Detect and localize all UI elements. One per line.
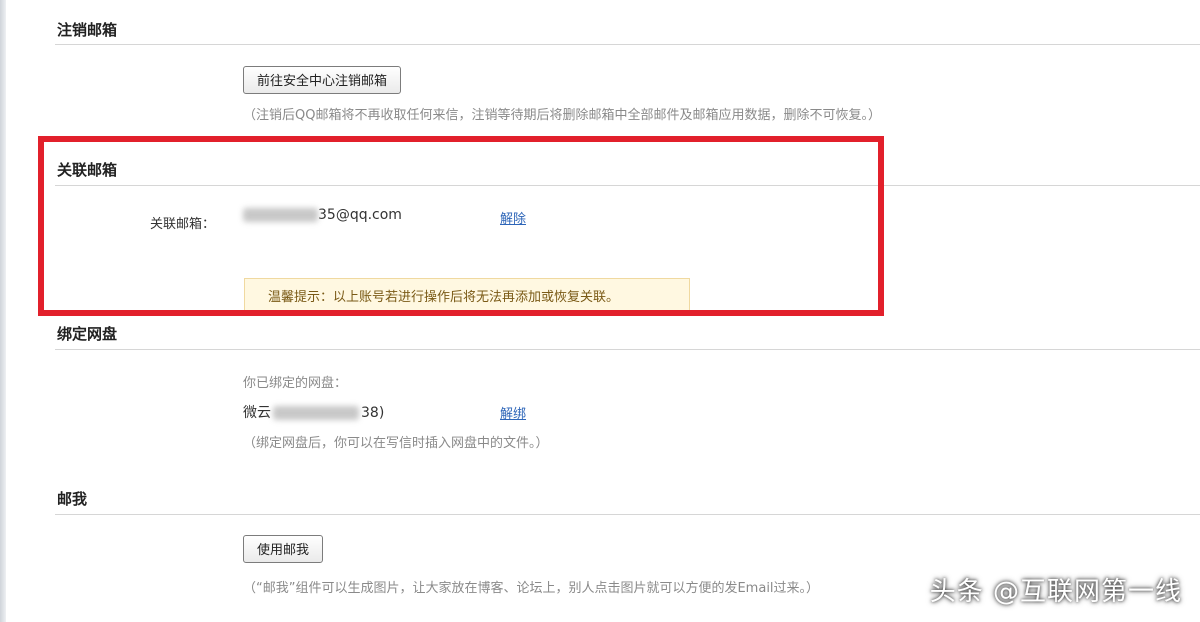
divider xyxy=(55,44,1200,45)
section-title-linked-mailbox: 关联邮箱 xyxy=(57,161,118,179)
bound-netdisk-label: 你已绑定的网盘： xyxy=(243,376,348,391)
netdisk-prefix: 微云 xyxy=(243,405,271,421)
linked-mailbox-label: 关联邮箱： xyxy=(150,217,216,232)
unbind-netdisk-link[interactable]: 解绑 xyxy=(500,403,526,422)
go-security-center-cancel-button[interactable]: 前往安全中心注销邮箱 xyxy=(243,66,402,94)
mail-me-note: （“邮我”组件可以生成图片，让大家放在博客、论坛上，别人点击图片就可以方便的发E… xyxy=(243,581,820,596)
netdisk-suffix: 38) xyxy=(361,405,385,421)
warning-notice: 温馨提示：以上账号若进行操作后将无法再添加或恢复关联。 xyxy=(244,278,690,316)
redacted-mask xyxy=(243,208,318,222)
watermark: 头条 @互联网第一线 xyxy=(929,577,1182,607)
unlink-mailbox-link[interactable]: 解除 xyxy=(500,208,526,227)
divider xyxy=(55,185,1200,186)
use-mail-me-button[interactable]: 使用邮我 xyxy=(243,535,324,563)
netdisk-account: 微云 38) xyxy=(243,402,384,422)
section-title-mail-me: 邮我 xyxy=(57,490,88,508)
redacted-mask xyxy=(273,406,359,420)
section-title-cancel-mailbox: 注销邮箱 xyxy=(57,21,118,39)
linked-email-suffix: 35@qq.com xyxy=(318,207,402,223)
bind-netdisk-note: （绑定网盘后，你可以在写信时插入网盘中的文件。） xyxy=(243,436,549,451)
divider xyxy=(55,349,1200,350)
cancel-mailbox-note: （注销后QQ邮箱将不再收取任何来信，注销等待期后将删除邮箱中全部邮件及邮箱应用数… xyxy=(243,108,881,123)
section-title-bind-netdisk: 绑定网盘 xyxy=(57,325,118,343)
divider xyxy=(55,514,1200,515)
left-edge-bar xyxy=(0,0,6,622)
linked-email-value: 35@qq.com xyxy=(243,207,402,223)
